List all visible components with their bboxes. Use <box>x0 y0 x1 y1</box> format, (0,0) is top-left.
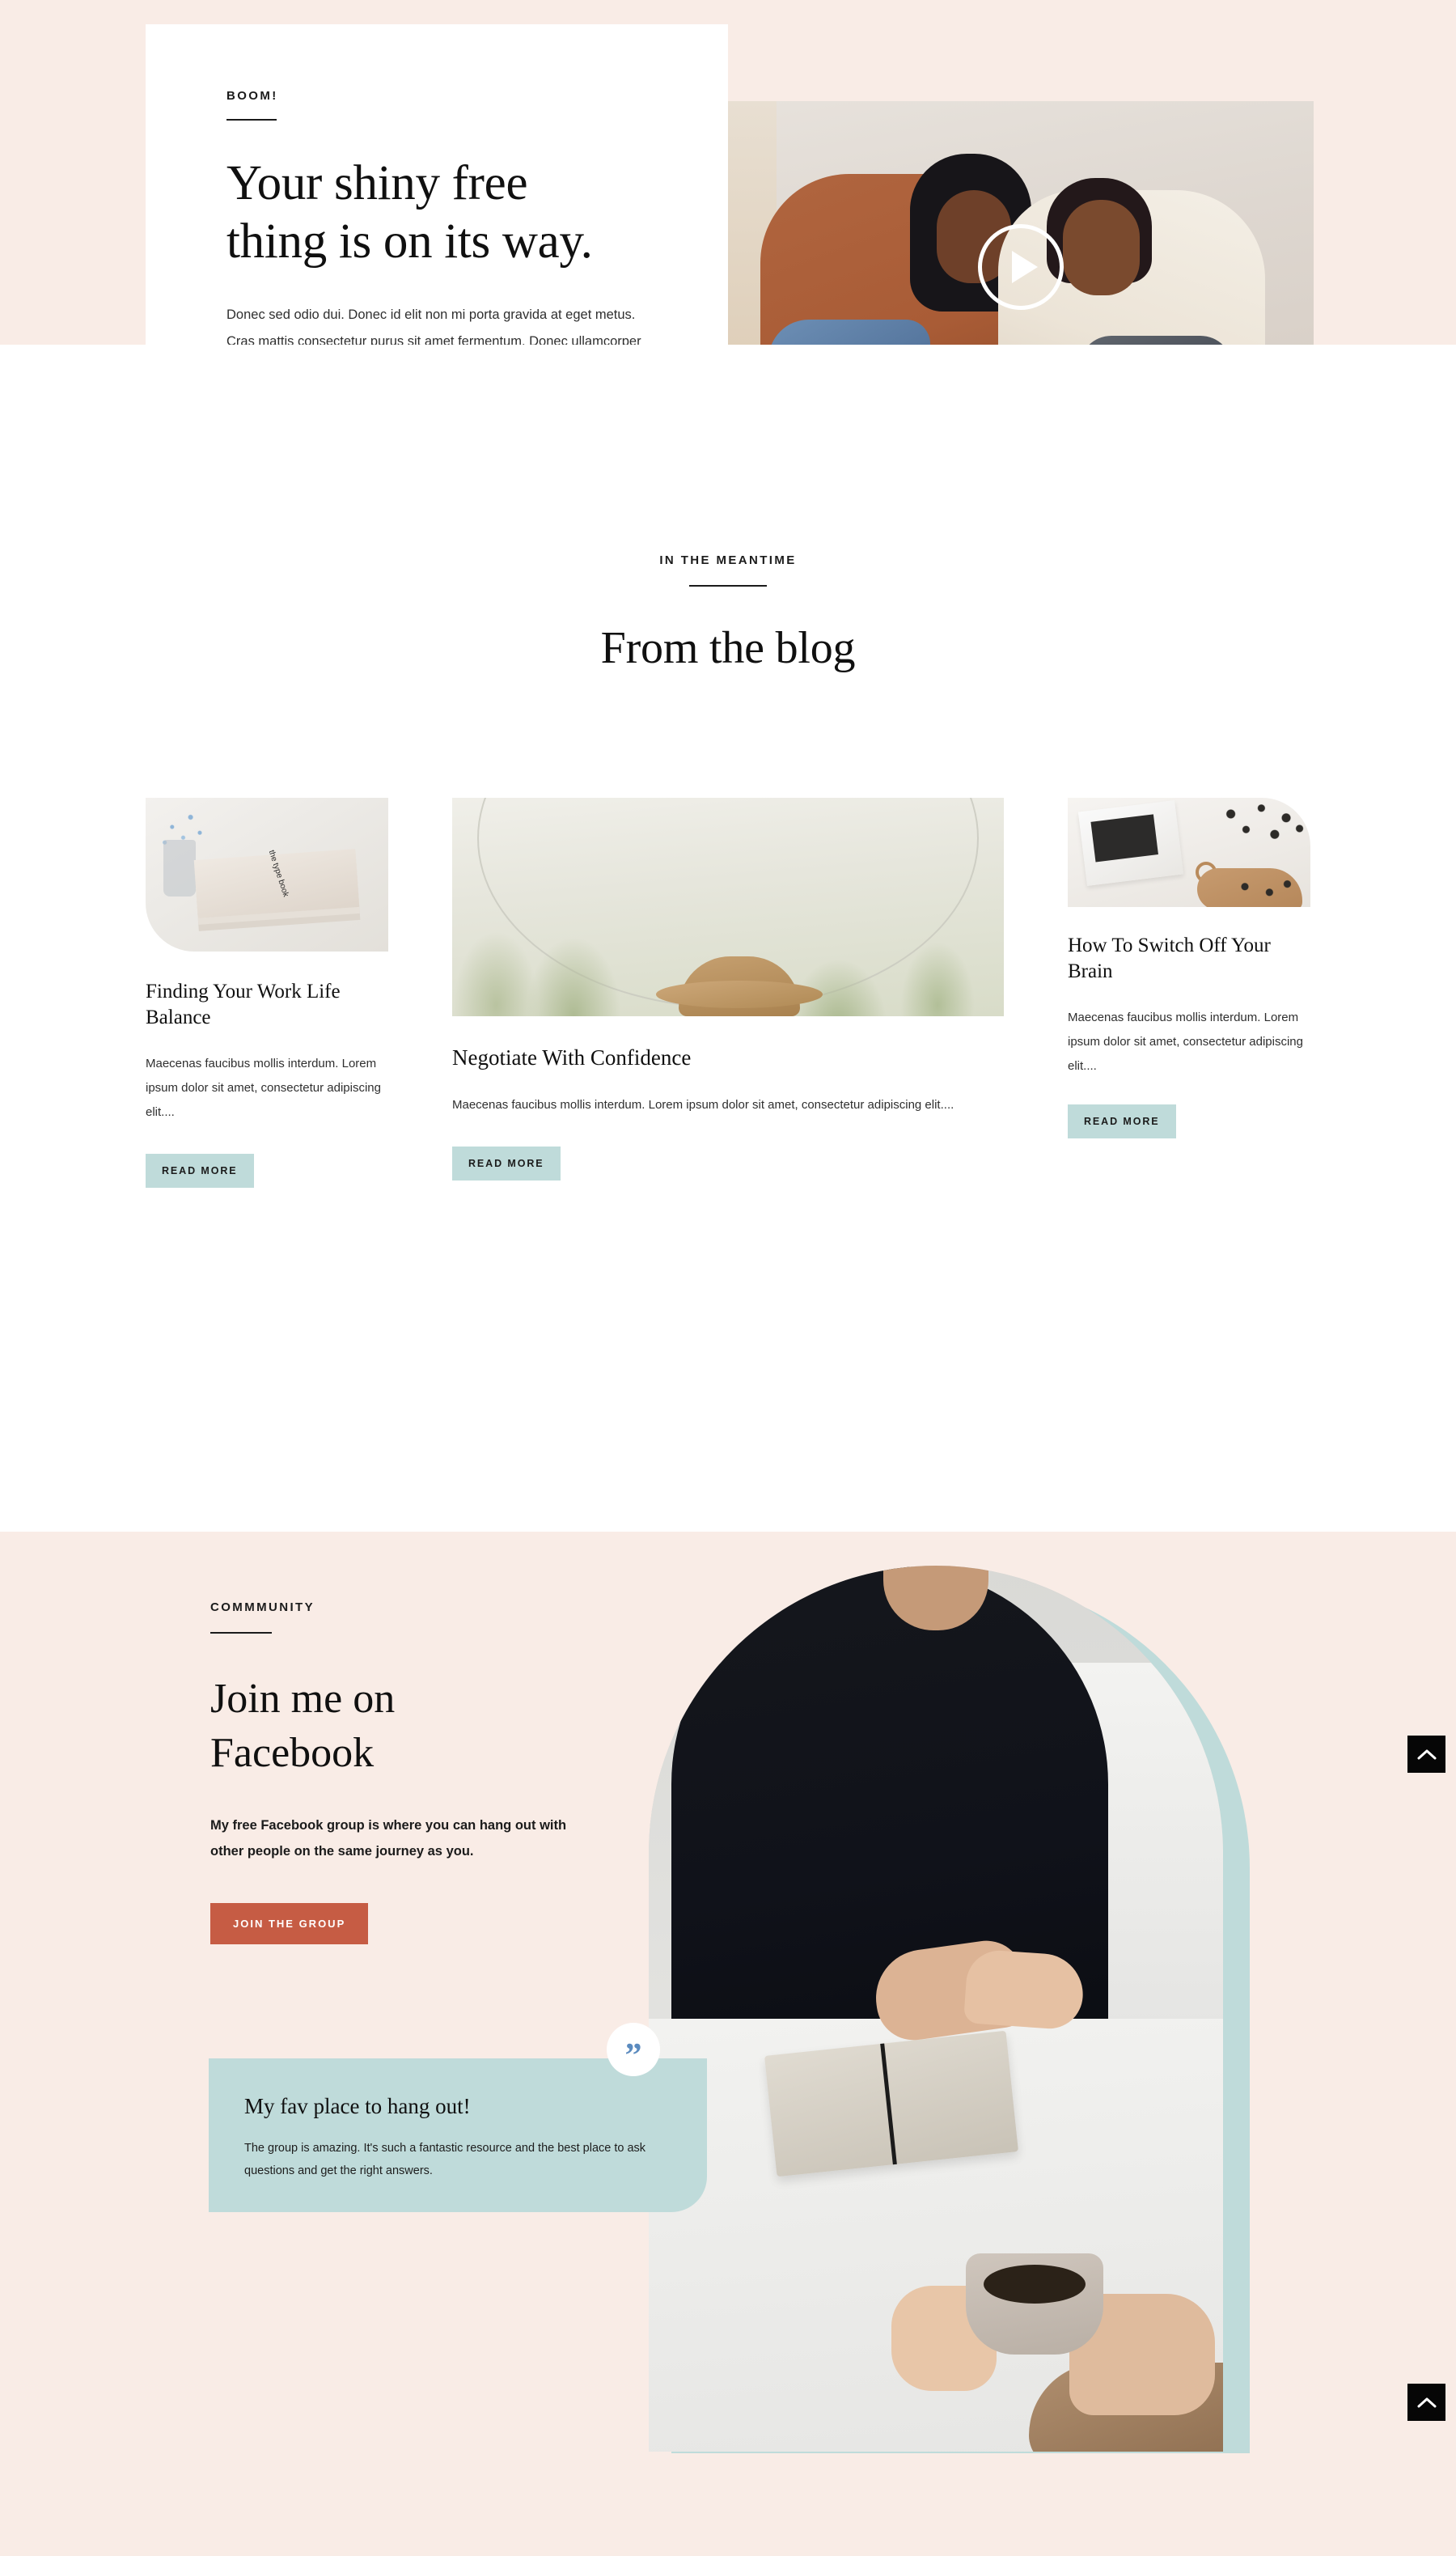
magazine-decoration <box>1077 800 1184 886</box>
blog-card-excerpt: Maecenas faucibus mollis interdum. Lorem… <box>146 1057 381 1119</box>
testimonial-card: My fav place to hang out! The group is a… <box>209 2058 707 2212</box>
scroll-to-top-button[interactable] <box>1407 2384 1445 2421</box>
hero-eyebrow-rule <box>226 119 277 121</box>
play-icon[interactable] <box>978 224 1064 310</box>
hat-brim-decoration <box>656 981 823 1008</box>
spotted-fabric-decoration <box>1212 799 1307 848</box>
blog-card: the type book Finding Your Work Life Bal… <box>146 798 388 1188</box>
blog-card-excerpt: Maecenas faucibus mollis interdum. Lorem… <box>1068 1011 1303 1073</box>
community-text-column: COMMMUNITY Join me on Facebook My free F… <box>210 1600 663 1945</box>
chevron-up-icon <box>1417 1749 1436 1760</box>
read-more-button[interactable]: READ MORE <box>452 1146 561 1181</box>
play-triangle <box>1012 251 1038 283</box>
arch-image-book <box>764 2030 1019 2177</box>
hero-eyebrow: BOOM! <box>226 89 278 103</box>
hero-title-line-2: thing is on its way. <box>226 214 593 269</box>
join-the-group-button[interactable]: JOIN THE GROUP <box>210 1903 369 1945</box>
hero-title: Your shiny free thing is on its way. <box>226 155 647 271</box>
blog-card-title[interactable]: How To Switch Off Your Brain <box>1068 933 1310 985</box>
blog-card: Negotiate With Confidence Maecenas fauci… <box>452 798 1004 1181</box>
scroll-to-top-button[interactable] <box>1407 1736 1445 1773</box>
blog-card-excerpt: Maecenas faucibus mollis interdum. Lorem… <box>452 1097 954 1112</box>
blog-card-image[interactable] <box>452 798 1004 1016</box>
community-eyebrow: COMMMUNITY <box>210 1600 315 1614</box>
hero-title-line-1: Your shiny free <box>226 156 528 210</box>
community-title: Join me on Facebook <box>210 1672 663 1780</box>
read-more-button[interactable]: READ MORE <box>146 1154 254 1188</box>
blog-card-title[interactable]: Negotiate With Confidence <box>452 1044 1004 1072</box>
books-decoration: the type book <box>193 849 360 918</box>
blog-section: IN THE MEANTIME From the blog the type b… <box>0 345 1456 1532</box>
community-title-line-1: Join me on <box>210 1676 396 1722</box>
vase-decoration <box>163 840 196 897</box>
chevron-up-icon <box>1417 2397 1436 2408</box>
hero-video-person-right-face <box>1063 200 1140 295</box>
shoe-pattern-decoration <box>1226 876 1301 902</box>
community-eyebrow-rule <box>210 1632 272 1634</box>
community-arch-image <box>649 1566 1223 2452</box>
blog-card: How To Switch Off Your Brain Maecenas fa… <box>1068 798 1310 1138</box>
testimonial-body: The group is amazing. It's such a fantas… <box>244 2142 646 2178</box>
community-title-line-2: Facebook <box>210 1729 375 1776</box>
book-cover-text: the type book <box>266 849 290 898</box>
page-root: BOOM! Your shiny free thing is on its wa… <box>0 0 1456 2556</box>
blog-card-list: the type book Finding Your Work Life Bal… <box>0 345 1456 1532</box>
read-more-button[interactable]: READ MORE <box>1068 1104 1176 1138</box>
blog-card-image[interactable]: the type book <box>146 798 388 952</box>
community-body-text: My free Facebook group is where you can … <box>210 1818 567 1859</box>
blog-card-title[interactable]: Finding Your Work Life Balance <box>146 979 388 1031</box>
testimonial-heading: My fav place to hang out! <box>244 2094 471 2118</box>
quote-icon: ” <box>607 2023 660 2076</box>
blog-card-image[interactable] <box>1068 798 1310 907</box>
magazine-photo-decoration <box>1090 814 1158 863</box>
arch-image-coffee-cup <box>966 2253 1103 2355</box>
quote-glyph: ” <box>624 2037 642 2075</box>
